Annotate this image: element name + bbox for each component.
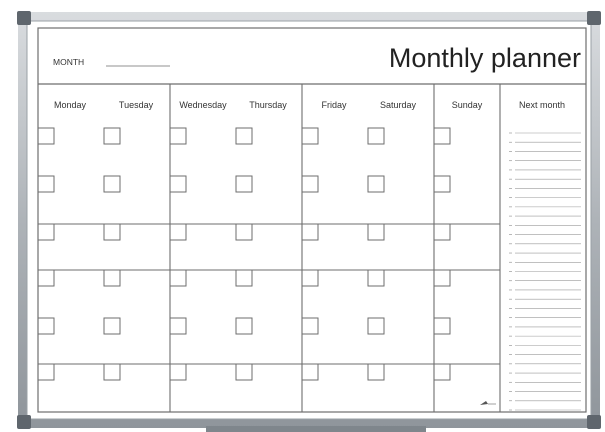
corner-cap-top-right xyxy=(587,11,601,25)
whiteboard-monthly-planner: MONTH Monthly planner Monday Tuesday Wed… xyxy=(17,11,601,432)
next-month-label: Next month xyxy=(519,100,565,110)
month-label: MONTH xyxy=(53,57,84,67)
board-frame xyxy=(18,12,600,428)
day-header-monday: Monday xyxy=(54,100,87,110)
page-title: Monthly planner xyxy=(389,43,581,73)
corner-cap-bottom-right xyxy=(587,415,601,429)
corner-cap-bottom-left xyxy=(17,415,31,429)
day-header-saturday: Saturday xyxy=(380,100,417,110)
day-header-sunday: Sunday xyxy=(452,100,483,110)
day-header-thursday: Thursday xyxy=(249,100,287,110)
day-header-friday: Friday xyxy=(321,100,347,110)
corner-cap-top-left xyxy=(17,11,31,25)
day-header-wednesday: Wednesday xyxy=(179,100,227,110)
marker-tray xyxy=(206,426,426,432)
day-header-tuesday: Tuesday xyxy=(119,100,154,110)
